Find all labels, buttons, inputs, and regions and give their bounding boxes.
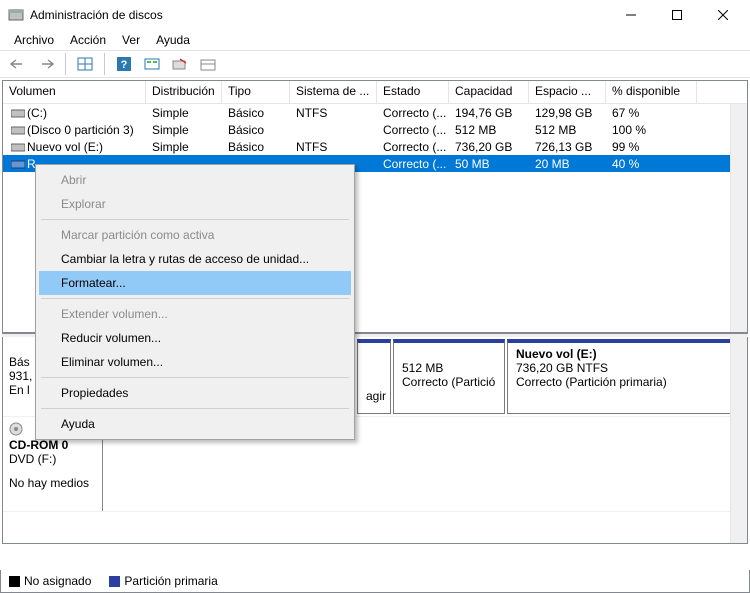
- tool-button-3[interactable]: [196, 53, 220, 75]
- partition[interactable]: Nuevo vol (E:) 736,20 GB NTFS Correcto (…: [507, 339, 743, 414]
- ctx-eliminar[interactable]: Eliminar volumen...: [39, 350, 351, 374]
- tool-button-1[interactable]: [140, 53, 164, 75]
- menu-ver[interactable]: Ver: [114, 33, 148, 47]
- menu-ayuda[interactable]: Ayuda: [148, 33, 198, 47]
- swatch-unallocated: [9, 576, 20, 587]
- col-espacio[interactable]: Espacio ...: [529, 81, 606, 103]
- scrollbar[interactable]: [730, 337, 747, 543]
- partition[interactable]: agir: [357, 339, 391, 414]
- svg-text:?: ?: [121, 59, 128, 71]
- toolbar: ?: [0, 50, 750, 78]
- col-volumen[interactable]: Volumen: [3, 81, 146, 103]
- app-icon: [8, 7, 24, 23]
- window-titlebar: Administración de discos: [0, 0, 750, 30]
- col-distribucion[interactable]: Distribución: [146, 81, 222, 103]
- views-button[interactable]: [73, 53, 97, 75]
- ctx-marcar[interactable]: Marcar partición como activa: [39, 223, 351, 247]
- menu-bar: Archivo Acción Ver Ayuda: [0, 30, 750, 50]
- minimize-button[interactable]: [608, 0, 654, 30]
- context-menu: Abrir Explorar Marcar partición como act…: [35, 164, 355, 440]
- col-estado[interactable]: Estado: [377, 81, 449, 103]
- drive-icon: [11, 141, 25, 153]
- maximize-button[interactable]: [654, 0, 700, 30]
- table-row[interactable]: Nuevo vol (E:) Simple Básico NTFS Correc…: [3, 138, 747, 155]
- table-row[interactable]: (C:) Simple Básico NTFS Correcto (... 19…: [3, 104, 747, 121]
- menu-archivo[interactable]: Archivo: [6, 33, 62, 47]
- forward-button[interactable]: [34, 53, 58, 75]
- col-tipo[interactable]: Tipo: [222, 81, 290, 103]
- table-header: Volumen Distribución Tipo Sistema de ...…: [3, 81, 747, 104]
- menu-accion[interactable]: Acción: [62, 33, 114, 47]
- legend: No asignado Partición primaria: [0, 570, 750, 593]
- close-button[interactable]: [700, 0, 746, 30]
- ctx-reducir[interactable]: Reducir volumen...: [39, 326, 351, 350]
- ctx-formatear[interactable]: Formatear...: [39, 271, 351, 295]
- drive-icon: [11, 124, 25, 136]
- ctx-explorar[interactable]: Explorar: [39, 192, 351, 216]
- scrollbar[interactable]: [730, 104, 747, 332]
- drive-icon: [11, 107, 25, 119]
- ctx-extender[interactable]: Extender volumen...: [39, 302, 351, 326]
- window-title: Administración de discos: [30, 8, 608, 22]
- ctx-abrir[interactable]: Abrir: [39, 168, 351, 192]
- ctx-propiedades[interactable]: Propiedades: [39, 381, 351, 405]
- drive-icon: [11, 158, 25, 170]
- help-button[interactable]: ?: [112, 53, 136, 75]
- table-row[interactable]: (Disco 0 partición 3) Simple Básico Corr…: [3, 121, 747, 138]
- ctx-cambiar[interactable]: Cambiar la letra y rutas de acceso de un…: [39, 247, 351, 271]
- partition[interactable]: 512 MB Correcto (Partició: [393, 339, 505, 414]
- ctx-ayuda[interactable]: Ayuda: [39, 412, 351, 436]
- disk-header[interactable]: Bás 931, En l: [3, 337, 37, 416]
- col-capacidad[interactable]: Capacidad: [449, 81, 529, 103]
- swatch-primary: [109, 576, 120, 587]
- partition-name: Nuevo vol (E:): [516, 347, 734, 361]
- col-porcentaje[interactable]: % disponible: [606, 81, 697, 103]
- col-sistema[interactable]: Sistema de ...: [290, 81, 377, 103]
- back-button[interactable]: [6, 53, 30, 75]
- tool-button-2[interactable]: [168, 53, 192, 75]
